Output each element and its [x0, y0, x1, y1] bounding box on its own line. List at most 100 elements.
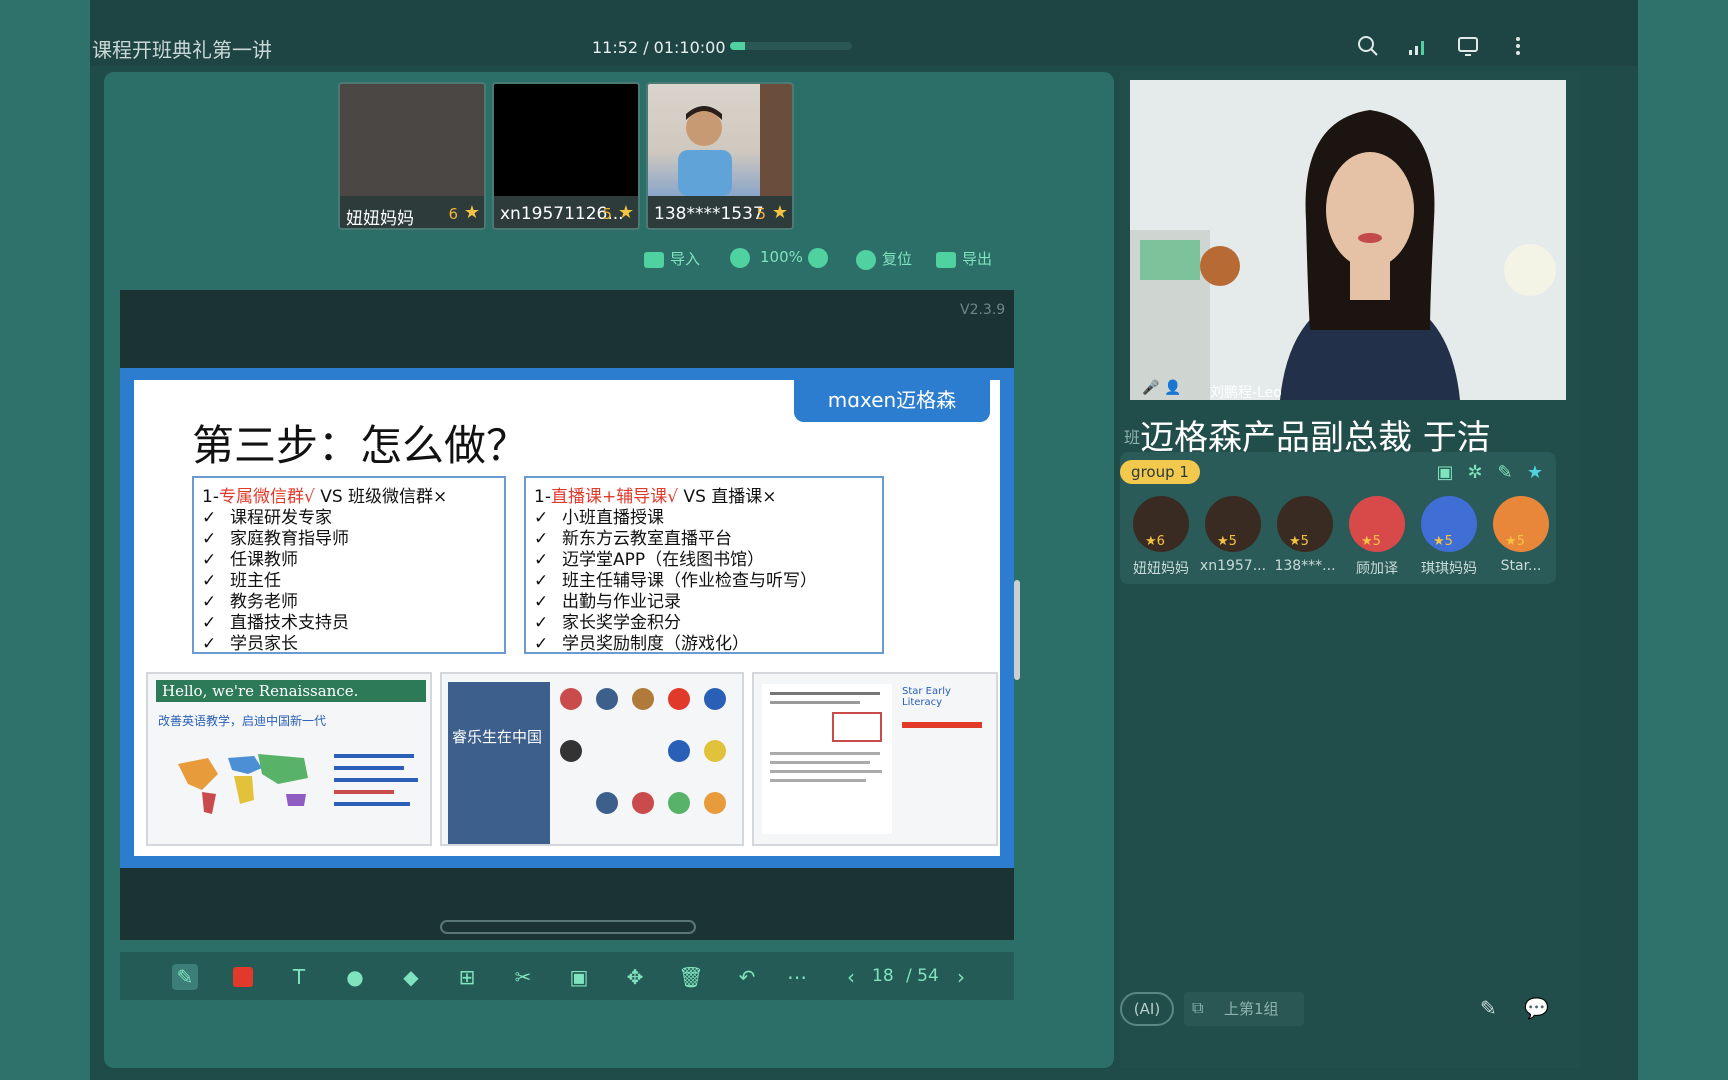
minus-icon [730, 248, 750, 268]
add-image-icon[interactable]: ⊞ [454, 964, 480, 990]
box-rest: VS 直播课× [678, 487, 777, 507]
student-score: 6 [448, 205, 458, 223]
signal-icon[interactable] [1404, 34, 1432, 62]
group-badge[interactable]: group 1 [1120, 460, 1200, 484]
star-icon: ★ [617, 202, 634, 223]
member-score: ★5 [1217, 534, 1237, 549]
board-canvas[interactable]: V2.3.9 mɑxen迈格森 第三步：怎么做？ 1-专属微信群√ VS 班级微… [120, 290, 1020, 940]
eraser-icon[interactable]: ◆ [398, 964, 424, 990]
avatar: ★5 [1277, 496, 1333, 552]
avatar: ★5 [1349, 496, 1405, 552]
crest-icon [704, 740, 726, 762]
slide-scrollbar[interactable] [1014, 580, 1020, 680]
member-score: ★5 [1289, 534, 1309, 549]
stage-icon: ⧉ [1192, 998, 1204, 1017]
mute-mic-icon[interactable]: ✎ [1494, 462, 1516, 484]
text-tool-icon[interactable]: T [286, 964, 312, 990]
ai-button[interactable]: (AI) [1120, 992, 1174, 1026]
list-item: ✓ 任课教师 [202, 550, 298, 570]
report-page [762, 684, 892, 834]
student-video-tile[interactable]: 妞妞妈妈 6 ★ [338, 82, 486, 230]
crest-icon [668, 792, 690, 814]
caption-prefix: 班 [1124, 428, 1141, 447]
pen-tool-icon[interactable]: ✎ [172, 964, 198, 990]
crest-icon [560, 740, 582, 762]
crest-icon [596, 688, 618, 710]
zoom-out-button[interactable] [730, 248, 756, 268]
list-item: ✓ 小班直播授课 [534, 508, 664, 528]
prev-page-icon[interactable]: ‹ [838, 964, 864, 990]
group-member[interactable]: ★5 xn1957... [1198, 496, 1268, 574]
more-icon[interactable] [1504, 34, 1532, 62]
list-item: ✓ 学员奖励制度（游戏化） [534, 634, 749, 654]
member-name: Star... [1500, 558, 1542, 574]
teacher-figure-icon [1130, 80, 1566, 400]
right-backdrop [1638, 0, 1728, 1080]
student-score: 5 [756, 205, 766, 223]
group-member[interactable]: ★5 Star... [1486, 496, 1556, 574]
image-icon[interactable]: ▣ [566, 964, 592, 990]
report-title: Star Early Literacy [902, 686, 951, 708]
search-zoom-icon[interactable] [1354, 34, 1382, 62]
app-root: 课程开班典礼第一讲 11:52 / 01:10:00 妞妞妈妈 6 ★ xn19… [0, 0, 1728, 1080]
star-icon: ★ [463, 202, 480, 223]
mute-all-icon[interactable]: ✎ [1480, 996, 1497, 1020]
crest-icon [560, 688, 582, 710]
whiteboard-panel: 妞妞妈妈 6 ★ xn19571126... 5 ★ 138****1537 5… [104, 72, 1114, 1068]
box-prefix: 1- [534, 487, 551, 507]
classroom-window: 课程开班典礼第一讲 11:52 / 01:10:00 妞妞妈妈 6 ★ xn19… [90, 0, 1638, 1080]
time-elapsed: 11:52 [592, 38, 639, 57]
member-name: 琪琪妈妈 [1421, 561, 1477, 577]
group-member[interactable]: ★5 138***... [1270, 496, 1340, 574]
list-item: ✓ 直播技术支持员 [202, 613, 349, 633]
undo-icon[interactable]: ↶ [734, 964, 760, 990]
box-highlight: 专属微信群√ [218, 487, 315, 507]
horizontal-scrollbar[interactable] [440, 920, 696, 934]
student-meta: xn19571126... 5 ★ [494, 196, 638, 228]
lesson-timer: 11:52 / 01:10:00 [592, 38, 726, 57]
badge-icon[interactable]: ✲ [1464, 462, 1486, 484]
crest-icon [668, 688, 690, 710]
card-title: Hello, we're Renaissance. [156, 680, 426, 702]
scissors-icon[interactable]: ✂ [510, 964, 536, 990]
import-label: 导入 [670, 250, 701, 268]
crest-icon [596, 792, 618, 814]
group-member[interactable]: ★6 妞妞妈妈 [1126, 496, 1196, 578]
reset-button[interactable]: 复位 [856, 248, 912, 270]
course-title: 课程开班典礼第一讲 [92, 38, 272, 62]
star-icon[interactable]: ★ [1524, 462, 1546, 484]
zoom-in-button[interactable] [808, 248, 834, 268]
more-tools-icon[interactable]: ⋯ [784, 964, 810, 990]
avatar: ★6 [1133, 496, 1189, 552]
student-video-tile[interactable]: xn19571126... 5 ★ [492, 82, 640, 230]
child-figure-icon [678, 84, 792, 196]
list-item: ✓ 课程研发专家 [202, 508, 332, 528]
version-label: V2.3.9 [960, 302, 1006, 318]
page-current: 18 [872, 966, 894, 986]
chat-icon[interactable]: 💬 [1524, 996, 1549, 1020]
list-item: ✓ 学员家长 [202, 634, 298, 654]
school-crests [560, 688, 740, 838]
reward-icon[interactable]: ▣ [1434, 462, 1456, 484]
folder-export-icon [936, 251, 956, 268]
list-item: ✓ 家庭教育指导师 [202, 529, 349, 549]
export-button[interactable]: 导出 [936, 248, 992, 269]
trash-icon[interactable]: 🗑 [678, 964, 704, 990]
member-score: ★5 [1361, 534, 1381, 549]
move-icon[interactable]: ✥ [622, 964, 648, 990]
slide: mɑxen迈格森 第三步：怎么做？ 1-专属微信群√ VS 班级微信群× ✓ 课程… [134, 380, 1020, 856]
screen-icon[interactable] [1454, 34, 1482, 62]
import-button[interactable]: 导入 [644, 248, 700, 269]
group-member[interactable]: ★5 琪琪妈妈 [1414, 496, 1484, 578]
color-picker-icon[interactable] [230, 964, 256, 990]
member-name: xn1957... [1199, 558, 1267, 574]
avatar: ★5 [1493, 496, 1549, 552]
shape-tool-icon[interactable]: ● [342, 964, 368, 990]
left-backdrop [0, 0, 90, 1080]
next-page-icon[interactable]: › [948, 964, 974, 990]
group-member[interactable]: ★5 顾加译 [1342, 496, 1412, 578]
teacher-video[interactable]: 刘鹏程-Leo 🎤 👤 [1130, 80, 1566, 400]
box-heading: 1-直播课+辅导课√ VS 直播课× [534, 482, 777, 507]
student-video-tile[interactable]: 138****1537 5 ★ [646, 82, 794, 230]
crest-icon [632, 792, 654, 814]
